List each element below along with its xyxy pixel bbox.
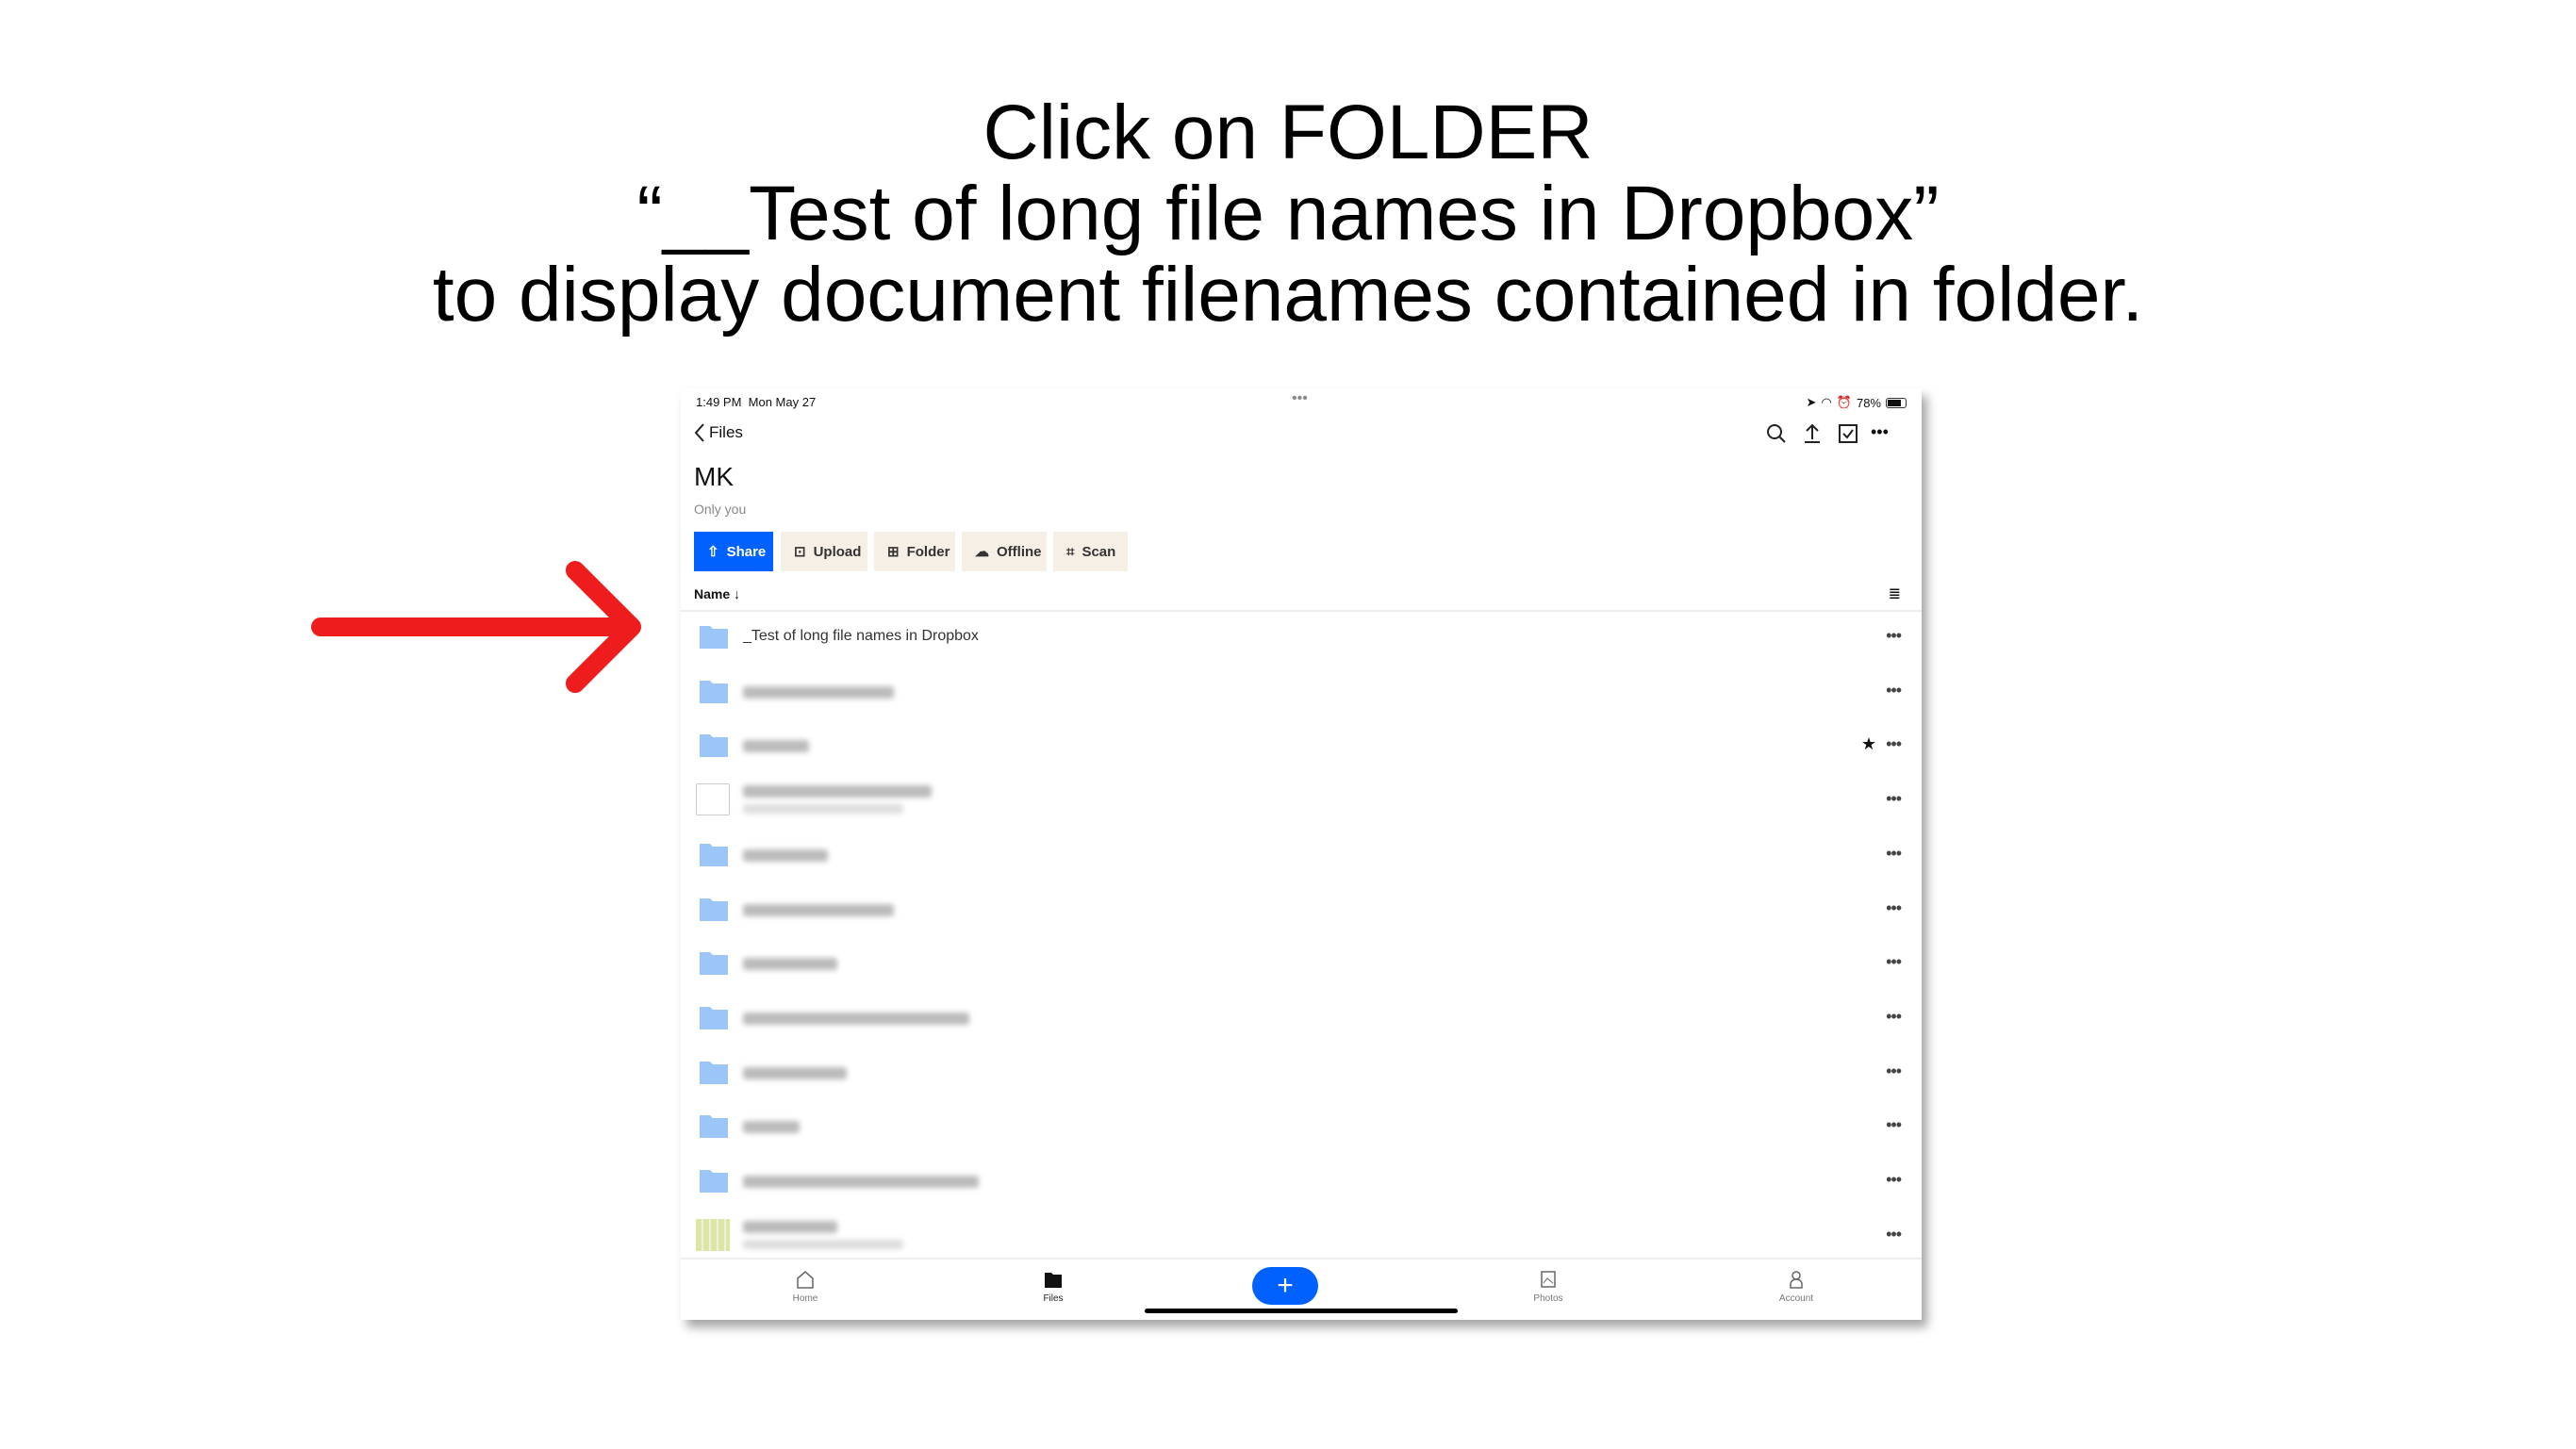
folder-icon — [1045, 1273, 1062, 1288]
page-title: MK — [694, 462, 734, 491]
instruction-line: Click on FOLDER — [983, 90, 1593, 175]
more-options-icon[interactable]: ••• — [1886, 952, 1902, 972]
upload-image-icon: ⊡ — [794, 544, 806, 560]
multitask-dots-icon[interactable]: ••• — [1292, 390, 1308, 407]
blurred-item-name — [743, 740, 809, 753]
upload-icon[interactable] — [1799, 420, 1825, 447]
sort-by-name-button[interactable]: Name ↓ — [694, 586, 740, 601]
list-item[interactable]: ★ ••• — [681, 719, 1922, 773]
list-item[interactable]: ••• — [681, 992, 1922, 1046]
status-indicators: ➤ ◠ ⏰ 78% — [1807, 395, 1907, 410]
folder-icon — [700, 1006, 728, 1029]
back-button[interactable]: Files — [694, 422, 743, 443]
folder-icon — [700, 680, 728, 703]
list-item[interactable]: ••• — [681, 666, 1922, 719]
blurred-item-name — [743, 848, 828, 862]
folder-icon — [700, 952, 728, 976]
alarm-icon: ⏰ — [1836, 395, 1852, 409]
blurred-item-details — [743, 1239, 903, 1249]
blurred-item-name — [743, 1121, 800, 1134]
folder-icon — [700, 843, 728, 866]
folder-icon — [700, 734, 728, 758]
more-options-icon[interactable]: ••• — [1886, 734, 1902, 754]
spreadsheet-thumbnail-icon — [696, 1218, 730, 1251]
more-options-icon[interactable]: ••• — [1886, 1225, 1902, 1244]
list-item[interactable]: ••• — [681, 937, 1922, 991]
folder-row-test-long-file-names[interactable]: _Test of long file names in Dropbox ••• — [681, 611, 1922, 665]
instruction-text: Click on FOLDER “__Test of long file nam… — [0, 92, 2576, 336]
folder-icon — [700, 1061, 728, 1084]
photos-icon — [1541, 1271, 1556, 1288]
more-icon[interactable]: ••• — [1871, 422, 1889, 442]
blurred-item-name — [743, 958, 837, 971]
scan-button[interactable]: ⌗ Scan — [1053, 532, 1128, 571]
more-options-icon[interactable]: ••• — [1886, 626, 1902, 646]
home-indicator — [1145, 1309, 1458, 1313]
more-options-icon[interactable]: ••• — [1886, 681, 1902, 700]
list-item[interactable]: ••• — [681, 1100, 1922, 1154]
share-icon: ⇧ — [707, 544, 719, 560]
scan-icon: ⌗ — [1066, 543, 1075, 560]
item-name: _Test of long file names in Dropbox — [743, 628, 979, 644]
share-button[interactable]: ⇧ Share — [694, 532, 773, 571]
list-item[interactable]: ••• — [681, 1046, 1922, 1100]
folder-icon — [700, 626, 728, 649]
list-item[interactable]: ••• — [681, 1155, 1922, 1209]
dropbox-ipad-screen: 1:49 PM Mon May 27 ••• ➤ ◠ ⏰ 78% Files •••… — [681, 388, 1922, 1320]
status-time: 1:49 PM Mon May 27 — [696, 395, 817, 409]
tab-account[interactable]: Account — [1759, 1269, 1834, 1304]
instruction-line: to display document filenames contained … — [432, 252, 2144, 338]
offline-button[interactable]: ☁ Offline — [962, 532, 1047, 571]
list-item[interactable]: ••• — [681, 774, 1922, 828]
upload-button[interactable]: ⊡ Upload — [781, 532, 867, 571]
select-checkbox-icon[interactable] — [1835, 420, 1861, 447]
red-arrow-icon — [311, 561, 641, 693]
blurred-item-details — [743, 804, 903, 815]
tab-photos[interactable]: Photos — [1511, 1269, 1586, 1304]
wifi-icon: ◠ — [1821, 395, 1832, 409]
more-options-icon[interactable]: ••• — [1886, 789, 1902, 809]
list-view-icon[interactable]: ≣ — [1889, 585, 1901, 603]
blurred-item-name — [743, 1176, 979, 1188]
blurred-item-name — [743, 1220, 837, 1233]
tab-home[interactable]: Home — [768, 1269, 843, 1304]
blurred-item-name — [743, 785, 932, 799]
more-options-icon[interactable]: ••• — [1886, 1115, 1902, 1135]
more-options-icon[interactable]: ••• — [1886, 1170, 1902, 1190]
list-item[interactable]: ••• — [681, 829, 1922, 882]
location-icon: ➤ — [1806, 395, 1817, 409]
folder-icon — [700, 1170, 728, 1193]
instruction-line: “__Test of long file names in Dropbox” — [636, 171, 1940, 256]
cloud-download-icon: ☁ — [975, 544, 989, 560]
account-icon — [1790, 1271, 1803, 1289]
folder-plus-icon: ⊞ — [887, 544, 900, 560]
search-icon[interactable] — [1763, 420, 1790, 447]
more-options-icon[interactable]: ••• — [1886, 898, 1902, 918]
sharing-subtitle: Only you — [694, 502, 747, 517]
more-options-icon[interactable]: ••• — [1886, 1007, 1902, 1027]
more-options-icon[interactable]: ••• — [1886, 844, 1902, 864]
file-thumbnail-icon — [696, 783, 730, 816]
tab-bar: Home Files + Photos Account — [681, 1258, 1922, 1320]
new-folder-button[interactable]: ⊞ Folder — [874, 532, 955, 571]
list-item[interactable]: ••• — [681, 883, 1922, 937]
chevron-left-icon — [694, 423, 704, 442]
blurred-item-name — [743, 1066, 847, 1079]
blurred-item-name — [743, 1012, 969, 1025]
star-icon[interactable]: ★ — [1861, 734, 1876, 754]
folder-icon — [700, 1115, 728, 1139]
blurred-item-name — [743, 685, 894, 699]
battery-icon — [1886, 397, 1907, 408]
create-plus-button[interactable]: + — [1252, 1267, 1318, 1305]
home-icon — [797, 1271, 814, 1289]
blurred-item-name — [743, 903, 894, 916]
tab-files[interactable]: Files — [1016, 1269, 1091, 1304]
list-item[interactable]: ••• — [681, 1210, 1922, 1263]
more-options-icon[interactable]: ••• — [1886, 1062, 1902, 1081]
folder-icon — [700, 897, 728, 921]
